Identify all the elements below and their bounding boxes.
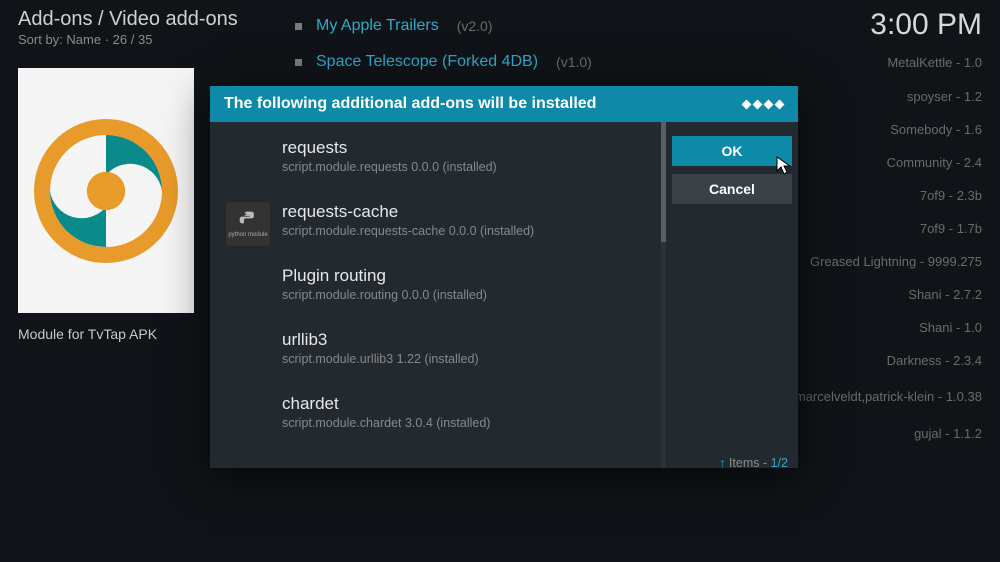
cursor-icon xyxy=(776,156,794,176)
dialog-title-text: The following additional add-ons will be… xyxy=(224,95,596,113)
bullet-icon xyxy=(295,59,302,66)
bullet-icon xyxy=(295,23,302,30)
phoenix-icon xyxy=(26,111,186,271)
addon-thumbnail xyxy=(18,68,194,313)
install-dependencies-dialog: The following additional add-ons will be… xyxy=(210,86,798,468)
dialog-footer: ↑ Items - 1/2 xyxy=(210,452,798,470)
dependency-item[interactable]: requestsscript.module.requests 0.0.0 (in… xyxy=(210,128,661,192)
module-icon xyxy=(226,266,270,310)
list-item[interactable]: My Apple Trailers(v2.0) xyxy=(295,8,982,44)
scrollbar[interactable] xyxy=(661,122,666,468)
dependency-item[interactable]: python module requests-cachescript.modul… xyxy=(210,192,661,256)
module-icon xyxy=(226,330,270,374)
dependency-list[interactable]: requestsscript.module.requests 0.0.0 (in… xyxy=(210,122,661,468)
python-module-icon: python module xyxy=(226,202,270,246)
dependency-item[interactable]: urllib3script.module.urllib3 1.22 (insta… xyxy=(210,320,661,384)
list-item[interactable]: Space Telescope (Forked 4DB)(v1.0) Metal… xyxy=(295,44,982,80)
dependency-item[interactable]: chardetscript.module.chardet 3.0.4 (inst… xyxy=(210,384,661,448)
dialog-titlebar: The following additional add-ons will be… xyxy=(210,86,798,122)
kodi-logo-icon xyxy=(742,100,784,109)
module-icon xyxy=(226,138,270,182)
addon-caption: Module for TvTap APK xyxy=(18,326,157,342)
module-icon xyxy=(226,394,270,438)
dependency-item[interactable]: Plugin routingscript.module.routing 0.0.… xyxy=(210,256,661,320)
sort-info[interactable]: Sort by: Name · 26 / 35 xyxy=(18,32,238,47)
cancel-button[interactable]: Cancel xyxy=(672,174,792,204)
breadcrumb[interactable]: Add-ons / Video add-ons xyxy=(18,8,238,31)
ok-button[interactable]: OK xyxy=(672,136,792,166)
